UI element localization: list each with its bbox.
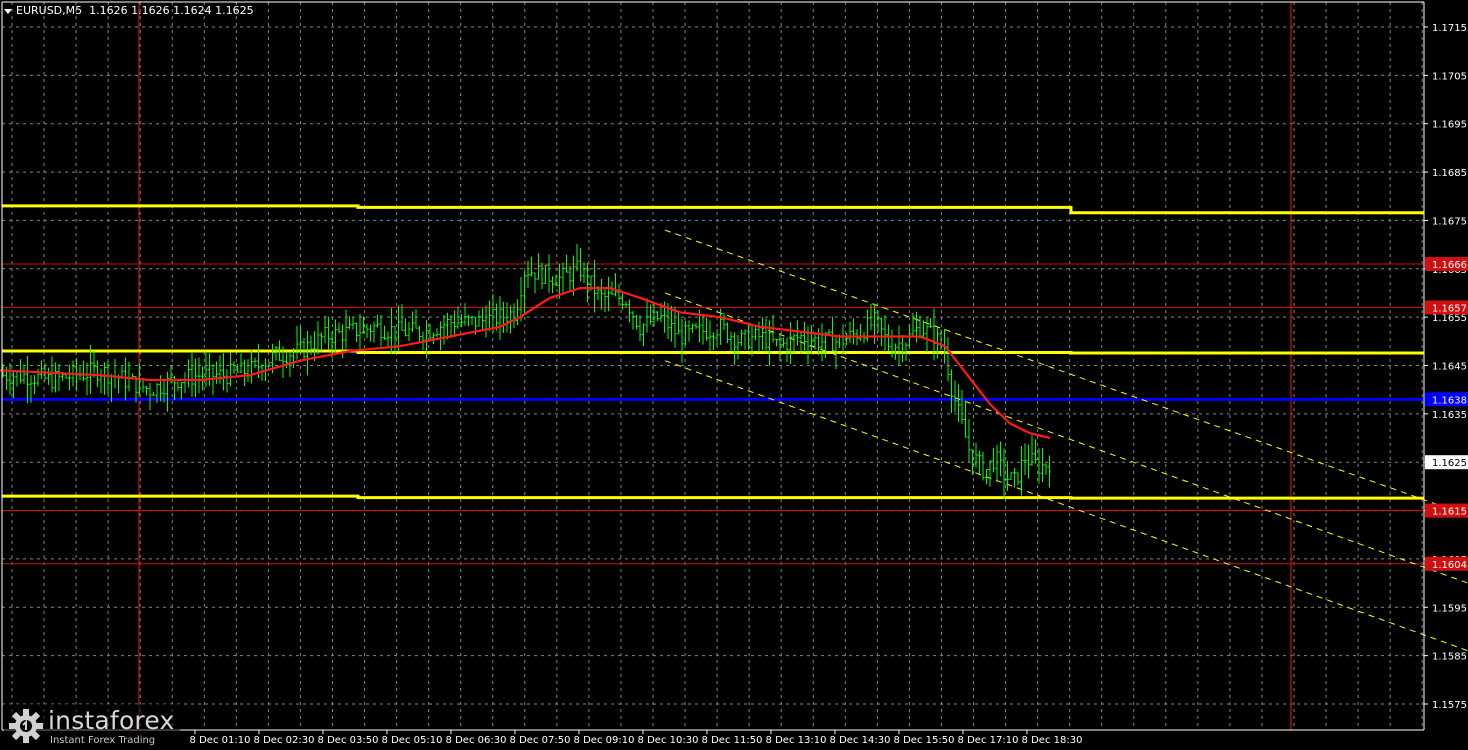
dropdown-triangle-icon[interactable]: [4, 8, 12, 14]
gear-logo-icon: [9, 709, 43, 743]
time-tick-label: 8 Dec 05:10: [382, 735, 443, 746]
level-tag: 1.1615: [1432, 507, 1467, 518]
time-tick-label: 8 Dec 13:10: [766, 735, 827, 746]
price-tick-label: 1.1635: [1432, 410, 1467, 421]
price-tick-label: 1.1575: [1432, 700, 1467, 711]
symbol-header: EURUSD,M5 1.1626 1.1626 1.1624 1.1625: [4, 4, 254, 17]
time-tick-label: 8 Dec 17:10: [958, 735, 1019, 746]
time-tick-label: 8 Dec 14:30: [830, 735, 891, 746]
time-tick-label: 8 Dec 18:30: [1022, 735, 1083, 746]
level-tag: 1.1604: [1432, 560, 1467, 571]
price-tick-label: 1.1705: [1432, 71, 1467, 82]
time-tick-label: 8 Dec 07:50: [510, 735, 571, 746]
brand-logo: instaforex Instant Forex Trading: [4, 704, 180, 748]
symbol-name: EURUSD,M5: [16, 4, 83, 17]
ohlc-values: 1.1626 1.1626 1.1624 1.1625: [89, 4, 254, 17]
time-tick-label: 8 Dec 02:30: [254, 735, 315, 746]
price-tick-label: 1.1695: [1432, 120, 1467, 131]
level-tag: 1.1657: [1432, 303, 1467, 314]
current-price-tag: 1.1625: [1432, 458, 1467, 469]
time-tick-label: 8 Dec 10:30: [638, 735, 699, 746]
time-tick-label: 8 Dec 03:50: [318, 735, 379, 746]
price-tick-label: 1.1655: [1432, 313, 1467, 324]
time-tick-label: 8 Dec 06:30: [446, 735, 507, 746]
time-tick-label: 8 Dec 01:10: [190, 735, 251, 746]
time-tick-label: 8 Dec 09:10: [574, 735, 635, 746]
price-tick-label: 1.1715: [1432, 23, 1467, 34]
price-tick-label: 1.1685: [1432, 168, 1467, 179]
time-tick-label: 8 Dec 11:50: [702, 735, 763, 746]
price-tick-label: 1.1585: [1432, 652, 1467, 663]
level-tag: 1.1666: [1432, 260, 1467, 271]
price-tick-label: 1.1675: [1432, 216, 1467, 227]
price-tick-label: 1.1595: [1432, 603, 1467, 614]
brand-tagline: Instant Forex Trading: [50, 735, 156, 746]
time-tick-label: 8 Dec 15:50: [894, 735, 955, 746]
price-chart[interactable]: 1.15751.15851.15951.16051.16151.16251.16…: [0, 0, 1468, 750]
brand-name: instaforex: [48, 706, 175, 735]
level-tag: 1.1638: [1432, 395, 1467, 406]
price-tick-label: 1.1645: [1432, 362, 1467, 373]
